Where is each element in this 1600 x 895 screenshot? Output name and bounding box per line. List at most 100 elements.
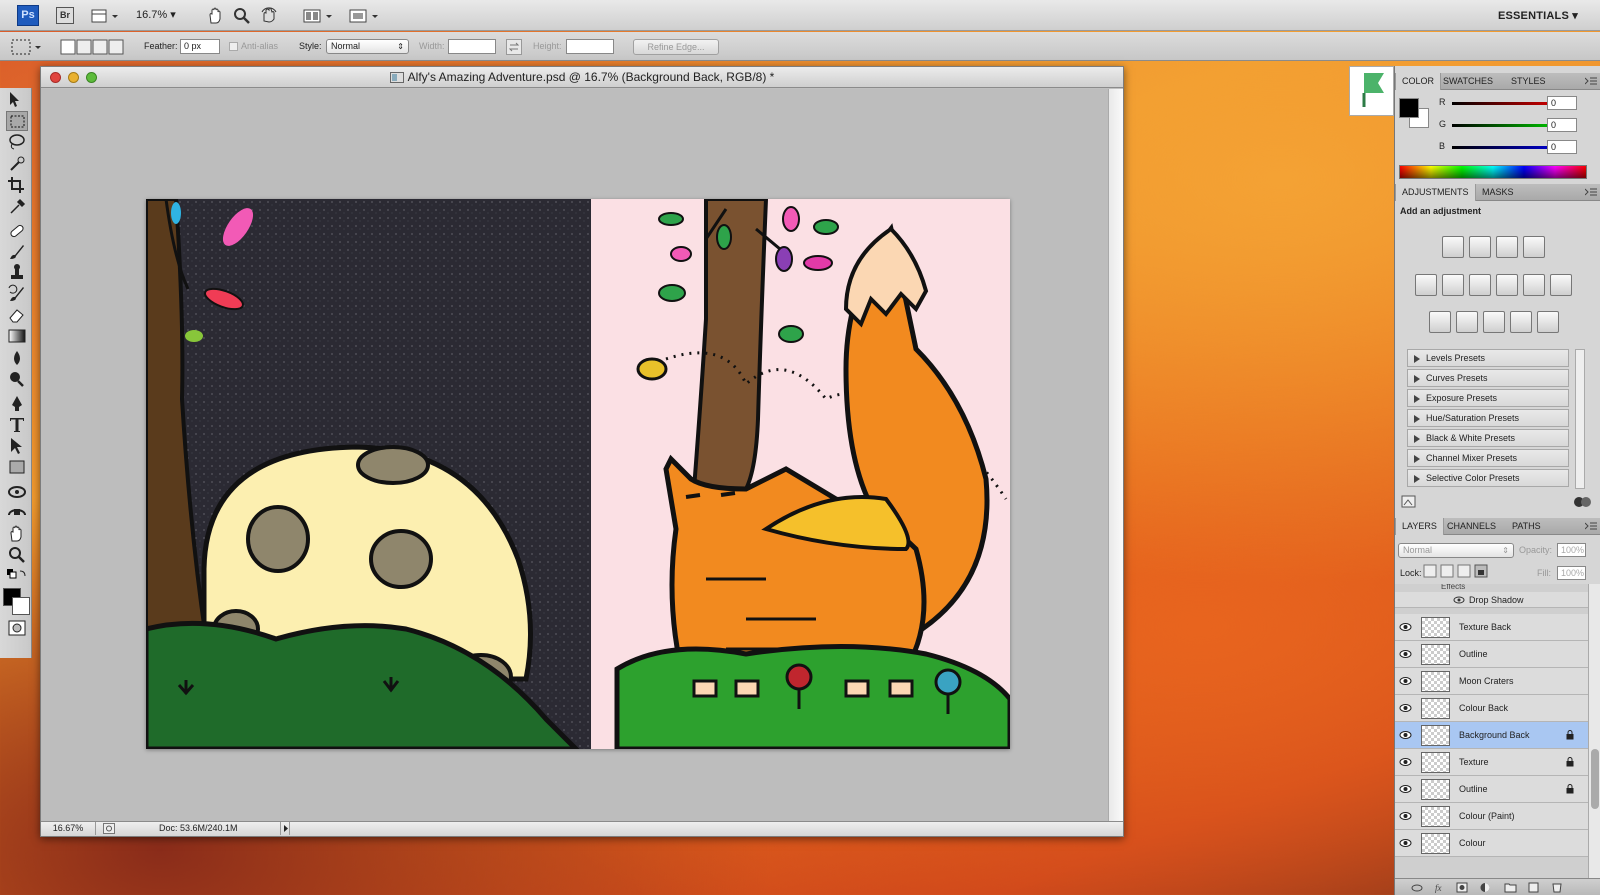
layer-row[interactable]: Texture [1395, 749, 1588, 776]
visibility-eye-icon[interactable] [1399, 838, 1412, 848]
layer-name[interactable]: Texture Back [1459, 622, 1511, 632]
photo-filter-icon[interactable] [1523, 274, 1545, 296]
tab-color[interactable]: COLOR [1395, 73, 1442, 90]
visibility-eye-icon[interactable] [1399, 676, 1412, 686]
layer-name[interactable]: Colour Back [1459, 703, 1508, 713]
visibility-eye-icon[interactable] [1399, 784, 1412, 794]
arrange-documents-icon[interactable] [302, 6, 332, 26]
selection-mode-icons[interactable] [60, 38, 126, 56]
invert-icon[interactable] [1429, 311, 1451, 333]
preset-channel-mixer[interactable]: Channel Mixer Presets [1407, 449, 1569, 467]
zoom-window-button[interactable] [86, 72, 97, 83]
hue-saturation-icon[interactable] [1442, 274, 1464, 296]
3d-rotate-tool-icon[interactable] [6, 482, 28, 502]
black-white-icon[interactable] [1496, 274, 1518, 296]
blend-mode-select[interactable]: Normal ⇕ [1398, 543, 1514, 558]
rectangle-tool-icon[interactable] [6, 457, 28, 477]
panel-menu-icon[interactable] [1585, 187, 1597, 197]
path-selection-tool-icon[interactable] [6, 436, 28, 456]
tab-layers[interactable]: LAYERS [1395, 518, 1444, 535]
tab-styles[interactable]: STYLES [1505, 73, 1552, 90]
visibility-eye-icon[interactable] [1399, 703, 1412, 713]
hand-tool-icon[interactable] [205, 6, 225, 26]
visibility-eye-icon[interactable] [1399, 649, 1412, 659]
layer-row[interactable]: Outline [1395, 776, 1588, 803]
marquee-preset-icon[interactable] [10, 37, 44, 57]
lock-options-icons[interactable] [1423, 564, 1493, 579]
color-balance-icon[interactable] [1469, 274, 1491, 296]
height-input[interactable] [566, 39, 614, 54]
preset-curves[interactable]: Curves Presets [1407, 369, 1569, 387]
gradient-map-icon[interactable] [1510, 311, 1532, 333]
panel-menu-icon[interactable] [1585, 76, 1597, 86]
drop-shadow-row[interactable]: Drop Shadow [1395, 592, 1588, 608]
layer-row[interactable]: Moon Craters [1395, 668, 1588, 695]
color-spectrum-ramp[interactable] [1399, 165, 1587, 179]
tab-channels[interactable]: CHANNELS [1441, 518, 1502, 535]
effect-eye-icon[interactable] [1453, 595, 1465, 605]
dodge-tool-icon[interactable] [6, 369, 28, 389]
preset-exposure[interactable]: Exposure Presets [1407, 389, 1569, 407]
close-window-button[interactable] [50, 72, 61, 83]
tab-paths[interactable]: PATHS [1506, 518, 1547, 535]
artwork-canvas[interactable] [143, 197, 1013, 752]
canvas-area[interactable] [41, 89, 1110, 823]
layer-row[interactable]: Background Back [1395, 722, 1588, 749]
history-brush-tool-icon[interactable] [6, 284, 28, 304]
layer-name[interactable]: Moon Craters [1459, 676, 1514, 686]
minimize-window-button[interactable] [68, 72, 79, 83]
anti-alias-checkbox[interactable] [229, 42, 238, 51]
quick-mask-icon[interactable] [6, 618, 28, 638]
vertical-scrollbar[interactable] [1108, 89, 1123, 823]
document-title-bar[interactable]: Alfy's Amazing Adventure.psd @ 16.7% (Ba… [41, 67, 1123, 88]
layer-row[interactable]: Colour (Paint) [1395, 803, 1588, 830]
spot-healing-brush-tool-icon[interactable] [6, 221, 28, 241]
tab-adjustments[interactable]: ADJUSTMENTS [1395, 184, 1476, 201]
preset-hue-saturation[interactable]: Hue/Saturation Presets [1407, 409, 1569, 427]
posterize-icon[interactable] [1456, 311, 1478, 333]
layer-row[interactable]: Outline [1395, 641, 1588, 668]
gradient-tool-icon[interactable] [6, 326, 28, 346]
workspace-switcher[interactable]: ESSENTIALS ▾ [1498, 9, 1578, 22]
zoom-level-dropdown[interactable]: 16.7% ▾ [136, 8, 176, 21]
visibility-eye-icon[interactable] [1399, 757, 1412, 767]
selective-color-icon[interactable] [1537, 311, 1559, 333]
crop-tool-icon[interactable] [6, 175, 28, 195]
channel-r-input[interactable]: 0 [1547, 96, 1577, 110]
lasso-tool-icon[interactable] [6, 132, 28, 152]
tab-masks[interactable]: MASKS [1476, 184, 1520, 201]
curves-icon[interactable] [1496, 236, 1518, 258]
eraser-tool-icon[interactable] [6, 305, 28, 325]
exposure-icon[interactable] [1523, 236, 1545, 258]
3d-orbit-tool-icon[interactable] [6, 503, 28, 523]
vibrance-icon[interactable] [1415, 274, 1437, 296]
bridge-button[interactable]: Br [56, 7, 74, 24]
rotate-view-icon[interactable] [259, 6, 279, 26]
zoom-tool-icon[interactable] [232, 6, 252, 26]
layer-row[interactable]: Colour Back [1395, 695, 1588, 722]
layers-list[interactable]: Effects Drop Shadow Texture Back Outline M… [1395, 584, 1588, 895]
mini-bridge-icon[interactable] [1349, 66, 1394, 116]
layer-name[interactable]: Texture [1459, 757, 1489, 767]
preset-selective-color[interactable]: Selective Color Presets [1407, 469, 1569, 487]
channel-g-input[interactable]: 0 [1547, 118, 1577, 132]
adjustments-clip-icon[interactable] [1573, 495, 1593, 509]
layer-row[interactable]: Texture Back [1395, 614, 1588, 641]
adjustments-footer-icon[interactable] [1401, 495, 1417, 509]
layer-name[interactable]: Outline [1459, 649, 1488, 659]
visibility-eye-icon[interactable] [1399, 730, 1412, 740]
channel-mixer-icon[interactable] [1550, 274, 1572, 296]
layer-name[interactable]: Background Back [1459, 730, 1530, 740]
channel-b-input[interactable]: 0 [1547, 140, 1577, 154]
zoom-tool-icon[interactable] [6, 545, 28, 565]
background-color-swatch[interactable] [12, 597, 30, 615]
brightness-contrast-icon[interactable] [1442, 236, 1464, 258]
layers-scrollbar[interactable] [1588, 584, 1600, 895]
preset-black-white[interactable]: Black & White Presets [1407, 429, 1569, 447]
status-arrow-icon[interactable] [280, 822, 290, 835]
opacity-input[interactable]: 100% [1557, 543, 1586, 557]
fill-input[interactable]: 100% [1557, 566, 1586, 580]
threshold-icon[interactable] [1483, 311, 1505, 333]
quick-selection-tool-icon[interactable] [6, 154, 28, 174]
pen-tool-icon[interactable] [6, 394, 28, 414]
